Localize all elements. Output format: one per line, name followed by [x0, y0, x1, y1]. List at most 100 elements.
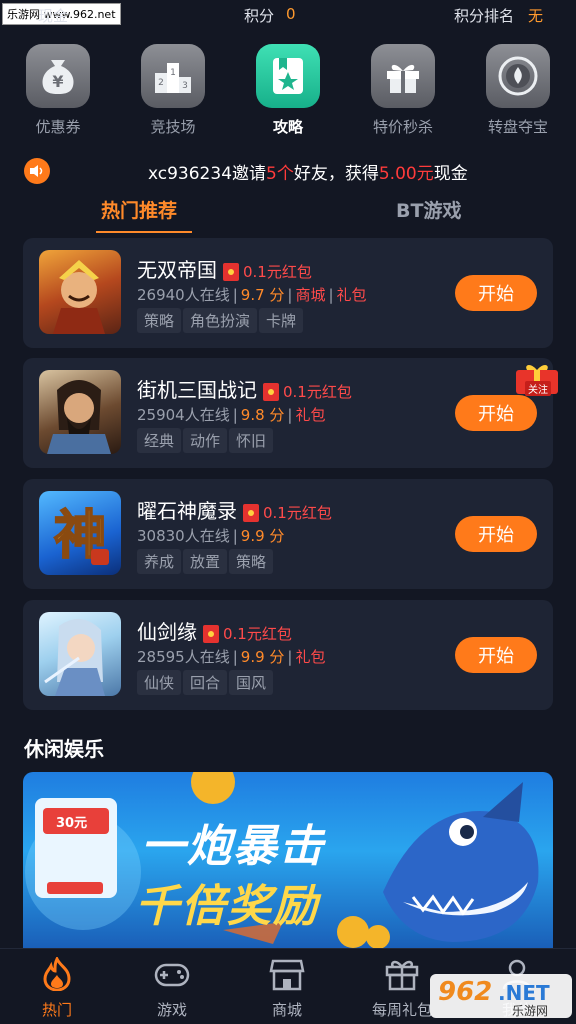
points-value: 0	[286, 5, 296, 23]
game-tag: 放置	[183, 549, 228, 574]
start-button[interactable]: 开始	[455, 637, 537, 673]
start-button[interactable]: 开始	[455, 275, 537, 311]
quick-label-coupon: 优惠券	[35, 118, 81, 136]
nav-item-store[interactable]: 商城	[247, 957, 327, 1020]
notice-text: xc936234邀请5个好友，获得5.00元现金	[148, 159, 468, 184]
nav-label-hot: 热门	[41, 1001, 72, 1019]
quick-label-guide: 攻略	[272, 118, 303, 136]
podium-icon: 213	[141, 44, 205, 108]
quick-item-wheel[interactable]: 转盘夺宝	[473, 44, 563, 137]
game-tags: 仙侠 回合 国风	[137, 670, 275, 695]
status-header: 乐游网 www.962.net 现金 积分 0 积分排名 无	[0, 0, 576, 30]
game-tag: 策略	[229, 549, 274, 574]
quick-item-guide[interactable]: 攻略	[243, 44, 333, 137]
nav-label-games: 游戏	[156, 1001, 187, 1019]
svg-text:962: 962	[438, 977, 492, 1007]
svg-text:1: 1	[170, 68, 176, 78]
redpack-label: 0.1元红包	[223, 625, 292, 643]
game-score: 9.9 分	[240, 527, 285, 545]
game-tag: 回合	[183, 670, 228, 695]
redpack-icon	[223, 262, 239, 281]
quick-menu: ¥ 优惠券 213 竞技场 攻略 特价秒杀 转盘夺宝	[0, 44, 576, 140]
game-tag: 卡牌	[259, 308, 304, 333]
notice-user: xc936234	[148, 164, 233, 184]
game-card[interactable]: 街机三国战记 0.1元红包 25904人在线 | 9.8 分 | 礼包 经典 动作 怀旧 开始	[23, 358, 553, 468]
svg-text:3: 3	[182, 81, 188, 91]
game-title-row: 无双帝国 0.1元红包	[137, 254, 312, 283]
online-count: 30830人在线	[137, 527, 230, 545]
game-title-row: 曜石神魔录 0.1元红包	[137, 495, 332, 524]
game-tag: 策略	[137, 308, 182, 333]
online-count: 26940人在线	[137, 286, 230, 304]
guide-icon	[256, 44, 320, 108]
store-icon	[269, 959, 305, 991]
quick-item-arena[interactable]: 213 竞技场	[128, 44, 218, 137]
game-meta: 30830人在线 | 9.9 分	[137, 527, 285, 545]
tab-bt-games[interactable]: BT游戏	[396, 196, 461, 223]
rank-value: 无	[528, 7, 544, 25]
game-tag: 角色扮演	[183, 308, 258, 333]
notice-text2: 好友，获得	[293, 164, 379, 184]
wheel-icon	[486, 44, 550, 108]
game-meta: 26940人在线 | 9.7 分 | 商城 | 礼包	[137, 286, 367, 304]
game-tags: 养成 放置 策略	[137, 549, 275, 574]
quick-label-wheel: 转盘夺宝	[487, 118, 548, 136]
game-tag: 怀旧	[229, 428, 274, 453]
game-thumbnail	[39, 250, 121, 334]
rank-label: 积分排名	[454, 7, 515, 25]
redpack-icon	[243, 503, 259, 522]
gamepad-icon	[154, 963, 190, 987]
nav-item-games[interactable]: 游戏	[132, 957, 212, 1020]
game-score: 9.8 分	[240, 406, 285, 424]
game-extra-mall: 商城	[295, 286, 326, 304]
game-title-row: 仙剑缘 0.1元红包	[137, 616, 292, 645]
tab-active-indicator	[96, 231, 192, 233]
tab-hot[interactable]: 热门推荐	[101, 196, 177, 223]
quick-label-flash-sale: 特价秒杀	[372, 118, 433, 136]
game-tag: 仙侠	[137, 670, 182, 695]
notice-count: 5个	[266, 164, 294, 184]
gift-icon	[371, 44, 435, 108]
nav-label-store: 商城	[271, 1001, 302, 1019]
banner-headline-1: 一炮暴击	[141, 821, 325, 872]
flame-icon	[43, 955, 71, 992]
game-tag: 动作	[183, 428, 228, 453]
game-name: 仙剑缘	[137, 620, 197, 644]
game-card[interactable]: 无双帝国 0.1元红包 26940人在线 | 9.7 分 | 商城 | 礼包 策略 角色扮演 卡牌…	[23, 238, 553, 348]
game-extra-gift: 礼包	[295, 648, 326, 666]
game-score: 9.7 分	[240, 286, 285, 304]
game-thumbnail	[39, 612, 121, 696]
notice-amount: 5.00元	[378, 164, 434, 184]
follow-gift-badge[interactable]: 关注	[512, 362, 562, 396]
svg-text:.NET: .NET	[498, 981, 550, 1005]
svg-text:¥: ¥	[52, 72, 63, 91]
svg-text:2: 2	[158, 78, 164, 88]
nav-item-hot[interactable]: 热门	[17, 955, 97, 1020]
game-score: 9.9 分	[240, 648, 285, 666]
quick-item-flash-sale[interactable]: 特价秒杀	[358, 44, 448, 137]
game-name: 街机三国战记	[137, 378, 257, 402]
points-label: 积分	[244, 7, 275, 25]
redpack-icon	[263, 382, 279, 401]
start-button[interactable]: 开始	[455, 395, 537, 431]
gift-icon	[385, 960, 419, 991]
coupon-icon: ¥	[26, 44, 90, 108]
start-button[interactable]: 开始	[455, 516, 537, 552]
quick-item-coupon[interactable]: ¥ 优惠券	[13, 44, 103, 137]
game-extra-gift: 礼包	[336, 286, 367, 304]
game-meta: 28595人在线 | 9.9 分 | 礼包	[137, 648, 326, 666]
header-partial-label: 现金	[38, 7, 69, 25]
speaker-icon	[24, 158, 50, 184]
game-thumbnail: 神	[39, 491, 121, 575]
redpack-label: 0.1元红包	[283, 383, 352, 401]
watermark-logo-bottom: 962 .NET 乐游网	[428, 970, 574, 1022]
game-tag: 经典	[137, 428, 182, 453]
game-card[interactable]: 仙剑缘 0.1元红包 28595人在线 | 9.9 分 | 礼包 仙侠 回合 国风 开始	[23, 600, 553, 710]
redpack-icon	[203, 624, 219, 643]
game-card[interactable]: 神 曜石神魔录 0.1元红包 30830人在线 | 9.9 分 养成 放置 策略 开始	[23, 479, 553, 589]
banner-card-value: 30元	[56, 816, 88, 831]
leisure-banner[interactable]: 30元 一炮暴击 千倍奖励	[23, 772, 553, 948]
game-tag: 养成	[137, 549, 182, 574]
notice-bar: xc936234邀请5个好友，获得5.00元现金	[0, 155, 576, 185]
tab-bar: 热门推荐 BT游戏	[0, 193, 576, 235]
